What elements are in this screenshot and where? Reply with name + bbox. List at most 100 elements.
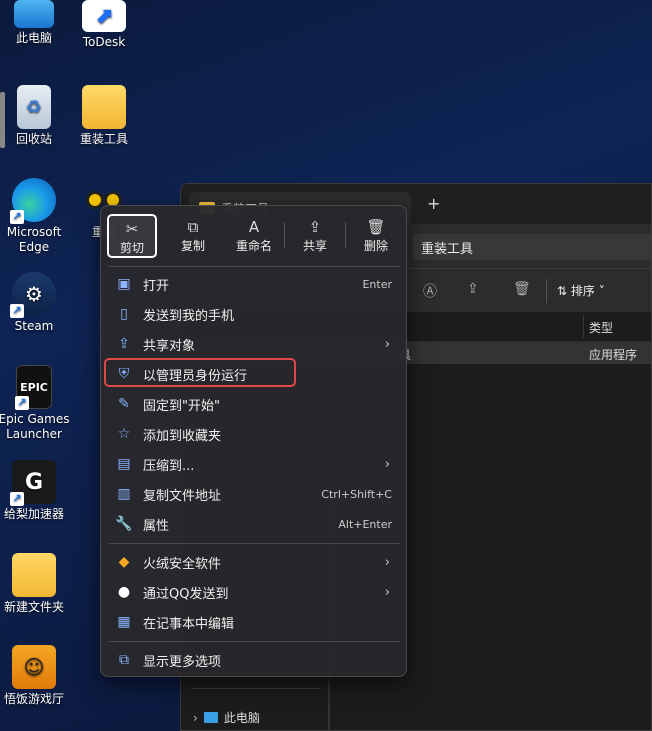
desktop-icon-recycle-bin[interactable]: ♻ 回收站 bbox=[0, 85, 73, 147]
shortcut-arrow-icon: ↗ bbox=[15, 396, 29, 410]
delete-button[interactable]: 🗑 删除 bbox=[351, 214, 401, 258]
rename-button[interactable]: A 重命名 bbox=[229, 214, 279, 258]
share-with-icon: ⇪ bbox=[118, 336, 130, 352]
share-label: 共享 bbox=[302, 239, 327, 253]
desktop-icon-this-pc[interactable]: 此电脑 bbox=[0, 0, 73, 46]
phone-icon: ▯ bbox=[120, 306, 128, 322]
notepad-icon: ▦ bbox=[117, 614, 131, 630]
menu-item-label: 通过QQ发送到 bbox=[143, 586, 229, 602]
menu-item-pin-to-start[interactable]: ✎ 固定到"开始" bbox=[107, 390, 402, 418]
monitor-icon bbox=[14, 0, 54, 28]
desktop-icon-edge[interactable]: ↗ Microsoft Edge bbox=[0, 178, 73, 255]
menu-item-shortcut: Ctrl+Shift+C bbox=[321, 487, 392, 501]
menu-item-compress[interactable]: ▤ 压缩到... › bbox=[107, 450, 402, 478]
chevron-right-icon: › bbox=[193, 710, 198, 725]
menu-item-label: 发送到我的手机 bbox=[143, 308, 235, 324]
menu-item-label: 在记事本中编辑 bbox=[143, 616, 235, 632]
copy-label: 复制 bbox=[180, 239, 205, 253]
column-divider bbox=[583, 316, 584, 338]
desktop-icon-geili[interactable]: G ↗ 给梨加速器 bbox=[0, 460, 73, 522]
quick-bar-divider bbox=[284, 222, 285, 248]
menu-item-label: 火绒安全软件 bbox=[143, 556, 222, 572]
desktop-icon-todesk[interactable]: ⬈ ToDesk bbox=[65, 0, 143, 50]
share-icon[interactable]: ⇪ bbox=[467, 281, 479, 297]
breadcrumb-item: 重装工具 bbox=[421, 242, 474, 257]
desktop-icon-label: 给梨加速器 bbox=[3, 507, 64, 521]
menu-item-label: 压缩到... bbox=[143, 458, 195, 474]
share-button[interactable]: ⇪ 共享 bbox=[290, 214, 340, 258]
desktop-icon-label: 重装工具 bbox=[79, 132, 128, 146]
todesk-icon: ⬈ bbox=[82, 0, 126, 32]
cut-label: 剪切 bbox=[119, 241, 144, 255]
menu-item-label: 固定到"开始" bbox=[143, 398, 220, 414]
rename-label: 重命名 bbox=[235, 239, 272, 253]
menu-item-copy-path[interactable]: ▥ 复制文件地址 Ctrl+Shift+C bbox=[107, 480, 402, 508]
desktop-icon-label: 回收站 bbox=[15, 132, 52, 146]
menu-item-huorong[interactable]: ◆ 火绒安全软件 › bbox=[107, 548, 402, 576]
shortcut-arrow-icon: ↗ bbox=[10, 210, 24, 224]
edge-icon: ↗ bbox=[10, 178, 56, 224]
desktop-icon-label: ToDesk bbox=[82, 35, 126, 49]
desktop-icon-wufan[interactable]: ☺ 悟饭游戏厅 bbox=[0, 645, 73, 707]
wrench-icon: 🔧 bbox=[115, 516, 133, 532]
share-icon: ⇪ bbox=[308, 218, 322, 236]
sidebar-item-label: 此电脑 bbox=[223, 711, 260, 725]
menu-item-shortcut: Alt+Enter bbox=[338, 517, 392, 531]
menu-item-send-via-qq[interactable]: ● 通过QQ发送到 › bbox=[107, 578, 402, 606]
folder-icon bbox=[82, 85, 126, 129]
menu-item-properties[interactable]: 🔧 属性 Alt+Enter bbox=[107, 510, 402, 538]
desktop-icon-label: Epic Games Launcher bbox=[0, 412, 70, 441]
sort-label: 排序 bbox=[570, 284, 595, 298]
desktop-icon-steam[interactable]: ⚙ ↗ Steam bbox=[0, 272, 73, 334]
desktop-icon-reinstall-tool[interactable]: 重装工具 bbox=[65, 85, 143, 147]
menu-item-open[interactable]: ▣ 打开 Enter bbox=[107, 270, 402, 298]
rename-icon[interactable]: Ⓐ bbox=[423, 281, 437, 301]
menu-item-share-with[interactable]: ⇪ 共享对象 › bbox=[107, 330, 402, 358]
copy-button[interactable]: ⧉ 复制 bbox=[168, 214, 218, 258]
sidebar-separator bbox=[191, 688, 321, 689]
delete-icon: 🗑 bbox=[366, 218, 386, 236]
menu-item-label: 共享对象 bbox=[143, 338, 196, 354]
open-icon: ▣ bbox=[117, 276, 131, 292]
cut-icon: ✂ bbox=[125, 220, 139, 238]
copy-path-icon: ▥ bbox=[117, 486, 131, 502]
desktop-icon-label: Steam bbox=[14, 319, 54, 333]
desktop-icon-epic[interactable]: EPIC ↗ Epic Games Launcher bbox=[0, 365, 73, 442]
desktop-icon-label: 悟饭游戏厅 bbox=[3, 692, 64, 706]
menu-item-edit-notepad[interactable]: ▦ 在记事本中编辑 bbox=[107, 608, 402, 636]
menu-item-label: 属性 bbox=[143, 518, 170, 534]
breadcrumb[interactable]: 重装工具 bbox=[413, 234, 651, 260]
desktop-icon-new-folder[interactable]: 新建文件夹 bbox=[0, 553, 73, 615]
sort-button[interactable]: ⇅ 排序 ˅ bbox=[557, 282, 605, 299]
cut-button[interactable]: ✂ 剪切 bbox=[107, 214, 157, 258]
column-type-header[interactable]: 类型 bbox=[589, 319, 613, 336]
highlight-box bbox=[104, 358, 296, 387]
menu-item-send-to-phone[interactable]: ▯ 发送到我的手机 bbox=[107, 300, 402, 328]
menu-item-label: 复制文件地址 bbox=[143, 488, 222, 504]
sidebar-item-this-pc[interactable]: › 此电脑 bbox=[193, 709, 260, 726]
new-tab-button[interactable]: + bbox=[427, 194, 440, 213]
toolbar-divider bbox=[546, 279, 547, 303]
menu-item-label: 打开 bbox=[143, 278, 170, 294]
menu-separator bbox=[109, 641, 400, 642]
menu-separator bbox=[109, 543, 400, 544]
wufan-game-icon: ☺ bbox=[12, 645, 56, 689]
rename-icon: A bbox=[248, 218, 260, 236]
menu-item-show-more-options[interactable]: ⧉ 显示更多选项 bbox=[107, 646, 402, 674]
menu-item-add-to-favorites[interactable]: ☆ 添加到收藏夹 bbox=[107, 420, 402, 448]
more-options-icon: ⧉ bbox=[119, 652, 129, 668]
desktop-icon-label: 此电脑 bbox=[15, 31, 52, 45]
pin-icon: ✎ bbox=[118, 396, 130, 412]
geili-icon: G ↗ bbox=[10, 460, 56, 506]
desktop-icon-label: Microsoft Edge bbox=[6, 225, 62, 254]
zip-icon: ▤ bbox=[117, 456, 131, 472]
delete-icon[interactable]: 🗑 bbox=[513, 281, 531, 297]
delete-label: 删除 bbox=[363, 239, 388, 253]
chevron-right-icon: › bbox=[384, 456, 390, 472]
explorer-sidebar: › 此电脑 bbox=[181, 682, 329, 730]
epic-icon: EPIC ↗ bbox=[15, 365, 52, 410]
menu-item-label: 显示更多选项 bbox=[143, 654, 222, 670]
huorong-icon: ◆ bbox=[118, 554, 130, 570]
quick-bar-divider bbox=[345, 222, 346, 248]
chevron-right-icon: › bbox=[384, 554, 390, 570]
